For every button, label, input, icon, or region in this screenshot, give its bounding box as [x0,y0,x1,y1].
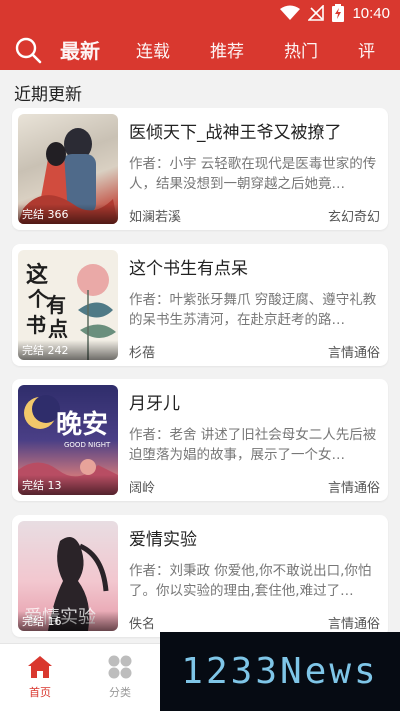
book-description: 作者：刘秉政 你爱他,你不敢说出口,你怕了。你以实验的理由,套住他,难过了… [129,563,372,599]
book-card[interactable]: 这 个 有 书 点 完结 242 这个书生有点呆 作者：叶紫张牙舞爪 穷酸迂腐、… [12,244,388,366]
book-genre: 言情通俗 [327,481,380,496]
book-author: 佚名 [129,617,156,632]
svg-text:书: 书 [26,313,46,337]
tab-popular[interactable]: 热门 [284,37,318,62]
book-description: 作者：小宇 云轻歌在现代是医毒世家的传人，结果没想到一朝穿越之后她竟… [129,156,377,192]
tab-serializing[interactable]: 连载 [136,37,170,62]
book-title[interactable]: 医倾天下_战神王爷又被撩了 [129,118,342,143]
battery-charging-icon [332,4,345,22]
completion-badge: 完结 366 [18,204,118,224]
home-icon [27,654,53,680]
no-signal-icon [308,5,325,21]
nav-category[interactable]: 分类 [90,654,150,700]
book-genre: 玄幻奇幻 [327,210,380,225]
book-cover[interactable]: 完结 366 [18,114,118,224]
book-cover[interactable]: 晚安 GOOD NIGHT 完结 13 [18,385,118,495]
book-title[interactable]: 这个书生有点呆 [129,254,248,279]
book-author: 如澜若溪 [129,210,182,225]
status-time: 10:40 [352,4,390,22]
svg-text:有: 有 [46,293,66,317]
tab-latest[interactable]: 最新 [60,35,100,64]
tab-recommended[interactable]: 推荐 [210,37,244,62]
category-tabs: 最新 连载 推荐 热门 评 [60,28,400,70]
top-header: 最新 连载 推荐 热门 评 [0,28,400,70]
book-cover[interactable]: 爱情实验 完结 16 [18,521,118,631]
book-description: 作者：老舍 讲述了旧社会母女二人先后被迫堕落为娼的故事，展示了一个女… [129,427,377,463]
grid-icon [107,654,133,680]
nav-home-label: 首页 [29,686,51,699]
book-author: 杉蓓 [129,346,156,361]
search-icon[interactable] [14,36,42,64]
book-genre: 言情通俗 [327,346,380,361]
svg-text:GOOD NIGHT: GOOD NIGHT [64,441,111,449]
book-genre: 言情通俗 [327,617,380,632]
wifi-icon [280,5,301,21]
watermark-logo: 1233News [160,632,400,711]
completion-badge: 完结 16 [18,611,118,631]
completion-badge: 完结 242 [18,340,118,360]
nav-home[interactable]: 首页 [10,654,70,700]
book-card[interactable]: 完结 366 医倾天下_战神王爷又被撩了 作者：小宇 云轻歌在现代是医毒世家的传… [12,108,388,230]
book-author: 阔岭 [129,481,156,496]
book-card[interactable]: 爱情实验 完结 16 爱情实验 作者：刘秉政 你爱他,你不敢说出口,你怕了。你以… [12,515,388,637]
section-title: 近期更新 [14,85,82,105]
book-title[interactable]: 爱情实验 [129,525,197,550]
book-card[interactable]: 晚安 GOOD NIGHT 完结 13 月牙儿 作者：老舍 讲述了旧社会母女二人… [12,379,388,501]
svg-text:这: 这 [26,262,48,288]
nav-category-label: 分类 [109,686,131,699]
book-description: 作者：叶紫张牙舞爪 穷酸迂腐、遵守礼教的呆书生苏清河，在赴京赶考的路… [129,292,377,328]
watermark-text: 1233News [181,651,379,692]
svg-text:点: 点 [48,317,68,341]
completion-badge: 完结 13 [18,475,118,495]
tab-review[interactable]: 评 [358,37,375,62]
svg-text:晚安: 晚安 [56,410,108,440]
book-title[interactable]: 月牙儿 [129,389,180,414]
status-bar: 10:40 [0,0,400,28]
book-cover[interactable]: 这 个 有 书 点 完结 242 [18,250,118,360]
